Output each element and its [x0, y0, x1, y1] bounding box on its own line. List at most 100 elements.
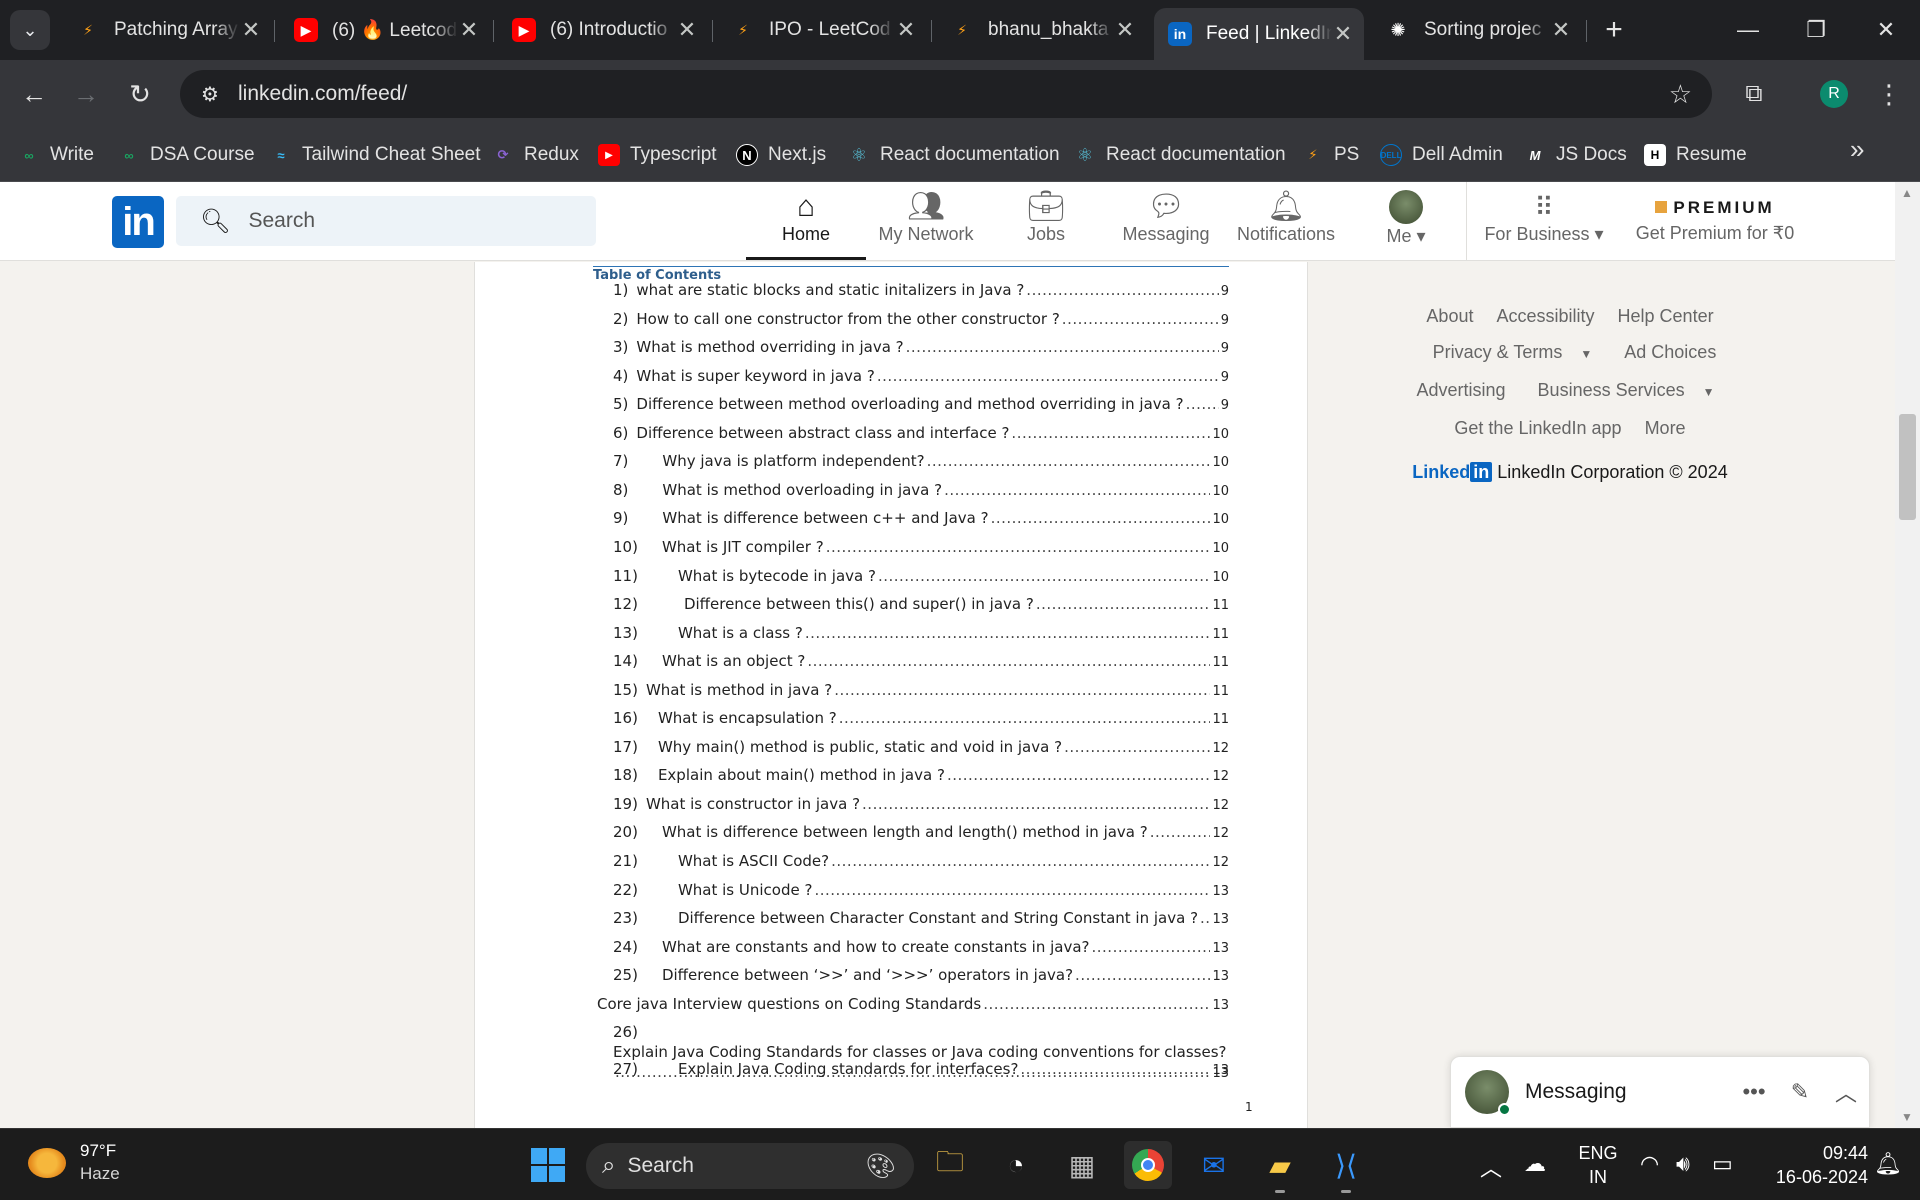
close-tab-icon[interactable]: ✕: [240, 17, 262, 43]
extensions-icon[interactable]: ⧉: [1734, 74, 1774, 114]
tab-patching-array[interactable]: ⚡ Patching Array ✕: [62, 8, 272, 52]
minimize-button[interactable]: —: [1726, 10, 1770, 50]
toc-entry-page: 11: [1212, 683, 1229, 699]
grid-icon: ⠿: [1534, 192, 1554, 222]
nav-jobs[interactable]: 💼︎ Jobs: [986, 190, 1106, 260]
address-bar[interactable]: ⚙ linkedin.com/feed/ ☆: [180, 70, 1712, 118]
footer-link[interactable]: Get the LinkedIn app: [1454, 418, 1621, 438]
premium-upsell[interactable]: PREMIUM Get Premium for ₹0: [1620, 198, 1810, 244]
toc-leader-dots: ........................................…: [804, 623, 1211, 642]
site-info-icon[interactable]: ⚙: [190, 82, 230, 107]
tab-sorting-project[interactable]: ✺ Sorting projec ✕: [1372, 8, 1582, 52]
close-tab-icon[interactable]: ✕: [895, 17, 917, 43]
taskbar-search[interactable]: ⌕ Search 🎨︎: [586, 1143, 914, 1189]
chevron-up-icon[interactable]: ︿: [1823, 1076, 1869, 1108]
footer-link[interactable]: More: [1645, 418, 1686, 438]
tab-title: Feed | LinkedIn: [1206, 23, 1332, 44]
linkedin-search-input[interactable]: 🔍︎ Search: [176, 196, 596, 246]
file-explorer-icon[interactable]: 🗀: [926, 1141, 974, 1189]
tab-linkedin-feed[interactable]: in Feed | LinkedIn ✕: [1154, 8, 1364, 60]
notifications-icon[interactable]: 🔔︎: [1874, 1151, 1902, 1177]
bookmark-nextjs[interactable]: N Next.js: [736, 140, 826, 170]
restore-button[interactable]: ❐: [1794, 10, 1838, 50]
outlook-icon[interactable]: ✉: [1190, 1141, 1238, 1189]
dsa-icon: ∞: [124, 147, 134, 163]
bookmark-js-docs[interactable]: M JS Docs: [1524, 140, 1627, 170]
clock-app-icon[interactable]: ◔: [992, 1141, 1040, 1189]
linkedin-logo[interactable]: in: [112, 196, 164, 248]
back-button[interactable]: ←: [14, 74, 54, 114]
toc-entry-page: 12: [1212, 826, 1229, 842]
more-options-icon[interactable]: •••: [1731, 1079, 1777, 1105]
bookmark-typescript[interactable]: ▶ Typescript: [598, 140, 717, 170]
close-tab-icon[interactable]: ✕: [1332, 21, 1354, 47]
vscode-icon[interactable]: ⟩⟨: [1322, 1141, 1370, 1193]
bookmark-write[interactable]: ∞ Write: [18, 140, 94, 170]
scrollbar-thumb[interactable]: [1899, 414, 1916, 520]
weather-widget[interactable]: 97°F Haze: [28, 1141, 120, 1184]
tab-title: (6) 🔥 Leetcod: [332, 20, 458, 41]
tab-youtube-leetcode[interactable]: ▶ (6) 🔥 Leetcod ✕: [280, 8, 490, 52]
nav-my-network[interactable]: 👥︎ My Network: [866, 190, 986, 260]
nav-messaging[interactable]: 💬︎ Messaging: [1106, 190, 1226, 260]
footer-link[interactable]: Advertising: [1416, 380, 1505, 400]
compose-icon[interactable]: ✎: [1777, 1079, 1823, 1105]
messaging-overlay[interactable]: Messaging ••• ✎ ︿: [1450, 1056, 1870, 1128]
toc-entry-page: 12: [1212, 855, 1229, 870]
nav-home[interactable]: ⌂ Home: [746, 190, 866, 260]
clock[interactable]: 09:44 16-06-2024: [1752, 1141, 1868, 1189]
onedrive-icon[interactable]: ☁: [1524, 1151, 1546, 1177]
calculator-icon[interactable]: ▦: [1058, 1141, 1106, 1189]
wifi-icon[interactable]: ◠: [1640, 1151, 1659, 1177]
footer-link[interactable]: Accessibility: [1496, 306, 1594, 326]
nav-for-business[interactable]: ⠿ For Business ▾: [1482, 190, 1606, 260]
messaging-title[interactable]: Messaging: [1525, 1080, 1731, 1104]
toc-entry: 1) what are static blocks and static init…: [613, 281, 1229, 299]
bookmark-dell-admin[interactable]: DELL Dell Admin: [1380, 140, 1503, 170]
url-text: linkedin.com/feed/: [238, 82, 408, 105]
sticky-notes-icon[interactable]: ▰: [1256, 1141, 1304, 1193]
battery-icon[interactable]: ▭: [1712, 1151, 1733, 1177]
footer-link[interactable]: Ad Choices: [1624, 342, 1716, 362]
bookmark-star-icon[interactable]: ☆: [1669, 79, 1692, 110]
bookmark-redux[interactable]: ⟳ Redux: [492, 140, 579, 170]
scroll-down-arrow-icon[interactable]: ▼: [1901, 1110, 1913, 1124]
footer-link[interactable]: Help Center: [1618, 306, 1714, 326]
caret-down-icon: ▼: [1702, 385, 1715, 399]
footer-link[interactable]: About: [1426, 306, 1473, 326]
page-scrollbar[interactable]: ▲ ▼: [1895, 182, 1920, 1128]
scroll-up-arrow-icon[interactable]: ▲: [1901, 186, 1913, 200]
start-button[interactable]: [524, 1141, 572, 1189]
close-tab-icon[interactable]: ✕: [458, 17, 480, 43]
close-tab-icon[interactable]: ✕: [676, 17, 698, 43]
bookmark-resume[interactable]: H Resume: [1644, 140, 1747, 170]
bookmark-dsa-course[interactable]: ∞ DSA Course: [118, 140, 254, 170]
bookmark-react-docs[interactable]: ⚛ React documentation: [848, 140, 1060, 170]
bookmark-react-docs-2[interactable]: ⚛ React documentation: [1074, 140, 1286, 170]
show-hidden-icons-icon[interactable]: ︿: [1480, 1151, 1502, 1183]
volume-icon[interactable]: 🔊︎: [1676, 1151, 1690, 1177]
toc-entry-number: 19): [613, 794, 638, 813]
browser-menu-icon[interactable]: ⋮: [1874, 74, 1904, 114]
bookmark-tailwind[interactable]: ≈ Tailwind Cheat Sheet: [270, 140, 480, 170]
chrome-icon[interactable]: [1124, 1141, 1172, 1189]
language-indicator[interactable]: ENG IN: [1572, 1141, 1624, 1189]
new-tab-button[interactable]: +: [1596, 12, 1632, 48]
toc-entry-page: 9: [1220, 341, 1229, 357]
close-window-button[interactable]: ✕: [1864, 10, 1908, 50]
forward-button[interactable]: →: [66, 74, 106, 114]
nav-me[interactable]: Me ▾: [1346, 190, 1466, 260]
tab-bhanu-bhakta[interactable]: ⚡ bhanu_bhakta ✕: [936, 8, 1146, 52]
bookmark-ps[interactable]: ⚡ PS: [1302, 140, 1359, 170]
more-bookmarks-icon[interactable]: »: [1850, 134, 1864, 165]
tab-youtube-introduction[interactable]: ▶ (6) Introductio ✕: [498, 8, 708, 52]
close-tab-icon[interactable]: ✕: [1550, 17, 1572, 43]
toc-entry-number: 8): [613, 480, 629, 499]
profile-avatar[interactable]: R: [1820, 80, 1848, 108]
nav-notifications[interactable]: 🔔︎ Notifications: [1226, 190, 1346, 260]
close-tab-icon[interactable]: ✕: [1114, 17, 1136, 43]
tab-search-button[interactable]: ⌄: [10, 10, 50, 50]
reload-button[interactable]: ↻: [120, 74, 160, 114]
tab-ipo-leetcode[interactable]: ⚡ IPO - LeetCod ✕: [717, 8, 927, 52]
briefcase-icon: 💼︎: [1026, 190, 1066, 223]
